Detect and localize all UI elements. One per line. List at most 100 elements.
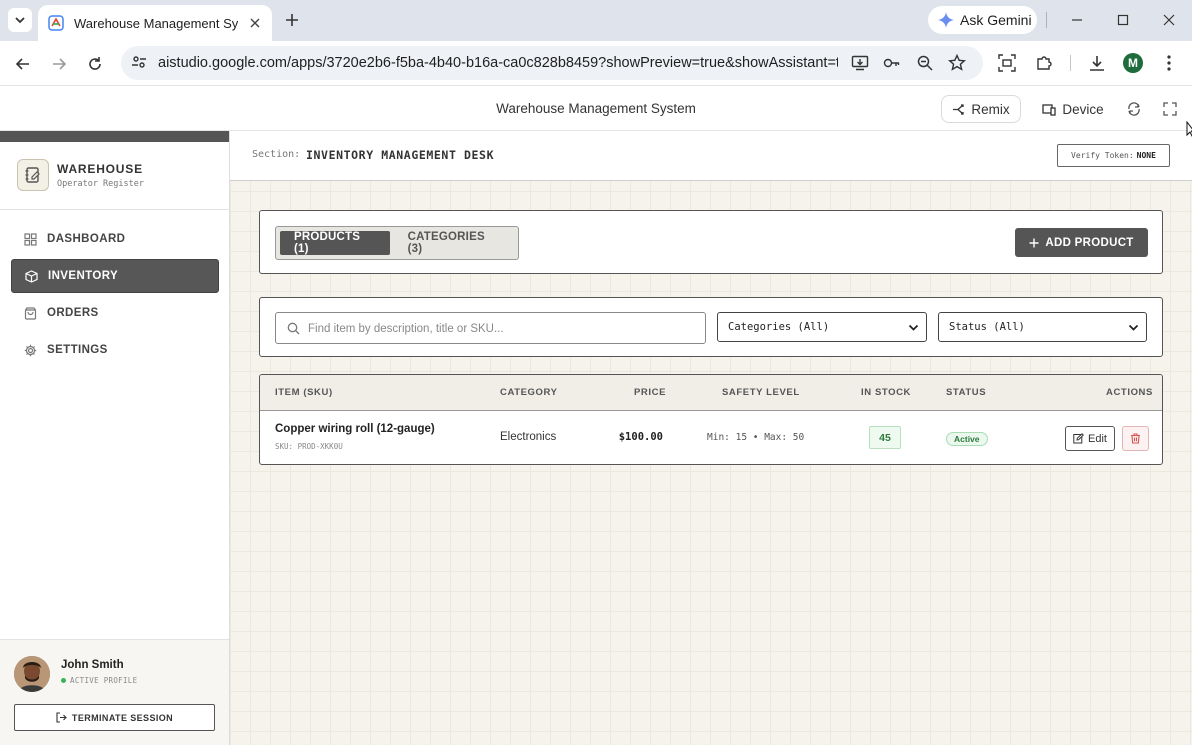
back-button[interactable] xyxy=(12,53,34,75)
extensions-puzzle-icon[interactable] xyxy=(1034,53,1054,73)
install-app-icon[interactable] xyxy=(851,54,869,72)
chevron-down-icon xyxy=(1128,324,1139,331)
tab-categories[interactable]: CATEGORIES (3) xyxy=(394,231,514,255)
browser-profile-avatar[interactable]: M xyxy=(1123,53,1143,73)
stock-badge: 45 xyxy=(869,426,901,449)
zoom-icon[interactable] xyxy=(916,54,934,72)
table-header: ITEM (SKU) CATEGORY PRICE SAFETY LEVEL I… xyxy=(260,375,1162,411)
verify-token-badge[interactable]: Verify Token: NONE xyxy=(1057,144,1170,167)
terminate-session-button[interactable]: TERMINATE SESSION xyxy=(14,704,215,731)
sidebar-divider xyxy=(0,209,229,210)
notebook-icon xyxy=(17,159,49,191)
item-price: $100.00 xyxy=(618,431,663,443)
plus-icon xyxy=(286,14,298,26)
tab-products[interactable]: PRODUCTS (1) xyxy=(280,231,390,255)
refresh-preview-icon[interactable] xyxy=(1126,101,1142,117)
bag-icon xyxy=(23,306,37,320)
reload-icon xyxy=(89,57,101,70)
verify-token-value: NONE xyxy=(1136,151,1156,160)
avatar xyxy=(14,656,50,692)
downloads-icon[interactable] xyxy=(1087,53,1107,73)
tab-search-button[interactable] xyxy=(8,8,32,32)
section-header: Section: INVENTORY MANAGEMENT DESK Verif… xyxy=(230,131,1192,181)
close-tab-icon[interactable] xyxy=(246,14,264,32)
url-text: aistudio.google.com/apps/3720e2b6-f5ba-4… xyxy=(158,55,838,71)
ask-gemini-button[interactable]: Ask Gemini xyxy=(928,6,1037,34)
address-bar[interactable]: aistudio.google.com/apps/3720e2b6-f5ba-4… xyxy=(121,46,983,80)
main-content: Section: INVENTORY MANAGEMENT DESK Verif… xyxy=(230,131,1192,745)
fullscreen-icon[interactable] xyxy=(1162,101,1178,117)
device-icon xyxy=(1042,103,1057,116)
arrow-left-icon xyxy=(15,58,29,70)
sidebar-top-bar xyxy=(0,131,229,142)
sidebar-item-settings[interactable]: SETTINGS xyxy=(11,333,219,367)
bookmark-star-icon[interactable] xyxy=(948,54,966,72)
column-header-safety[interactable]: SAFETY LEVEL xyxy=(722,387,800,398)
remix-button[interactable]: Remix xyxy=(941,95,1021,123)
item-sku: SKU: PROD-XKK0U xyxy=(275,442,343,451)
edit-label: Edit xyxy=(1088,432,1107,445)
table-row[interactable]: Copper wiring roll (12-gauge) SKU: PROD-… xyxy=(260,412,1162,464)
reload-button[interactable] xyxy=(84,53,106,75)
search-icon xyxy=(287,322,300,335)
browser-tab-strip: Warehouse Management System Ask Gemini xyxy=(0,0,1192,41)
ask-gemini-label: Ask Gemini xyxy=(960,12,1032,28)
close-window-button[interactable] xyxy=(1159,10,1179,30)
maximize-icon xyxy=(1117,14,1129,26)
column-header-item[interactable]: ITEM (SKU) xyxy=(275,387,333,398)
browser-tab[interactable]: Warehouse Management System xyxy=(38,5,272,41)
sidebar-item-orders[interactable]: ORDERS xyxy=(11,296,219,330)
chevron-down-icon xyxy=(15,17,25,24)
inventory-table: ITEM (SKU) CATEGORY PRICE SAFETY LEVEL I… xyxy=(259,374,1163,465)
user-status-label: ACTIVE PROFILE xyxy=(70,676,138,685)
more-options-icon[interactable] xyxy=(1159,53,1179,73)
edit-button[interactable]: Edit xyxy=(1065,426,1115,451)
add-product-label: ADD PRODUCT xyxy=(1045,236,1134,249)
search-field[interactable] xyxy=(275,312,706,344)
screenshot-icon[interactable] xyxy=(997,53,1017,73)
delete-button[interactable] xyxy=(1122,426,1149,451)
minimize-window-button[interactable] xyxy=(1067,10,1087,30)
search-input[interactable] xyxy=(308,320,698,338)
column-header-stock[interactable]: IN STOCK xyxy=(861,387,911,398)
edit-icon xyxy=(1073,433,1085,444)
password-key-icon[interactable] xyxy=(883,54,901,72)
section-label: Section: xyxy=(252,149,301,160)
new-tab-button[interactable] xyxy=(282,10,302,30)
item-category: Electronics xyxy=(500,431,557,443)
status-filter-value: Status (All) xyxy=(949,321,1025,333)
page-title: INVENTORY MANAGEMENT DESK xyxy=(306,148,495,162)
sidebar-item-label: DASHBOARD xyxy=(47,233,126,245)
sidebar-item-dashboard[interactable]: DASHBOARD xyxy=(11,222,219,256)
sidebar-item-label: INVENTORY xyxy=(48,270,119,282)
item-name: Copper wiring roll (12-gauge) xyxy=(275,423,435,435)
brand: WAREHOUSE Operator Register xyxy=(17,159,144,191)
sidebar-item-inventory[interactable]: INVENTORY xyxy=(11,259,219,293)
item-safety-level: Min: 15 • Max: 50 xyxy=(707,432,805,443)
app-sidebar: WAREHOUSE Operator Register DASHBOARD IN… xyxy=(0,131,230,745)
status-badge: Active xyxy=(946,432,988,446)
sidebar-nav: DASHBOARD INVENTORY ORDERS SETTINGS xyxy=(11,222,219,370)
remix-icon xyxy=(953,103,965,115)
minimize-icon xyxy=(1072,19,1082,21)
column-header-category[interactable]: CATEGORY xyxy=(500,387,558,398)
category-filter-select[interactable]: Categories (All) xyxy=(717,312,927,342)
column-header-price[interactable]: PRICE xyxy=(634,387,666,398)
column-header-status[interactable]: STATUS xyxy=(946,387,986,398)
grid-icon xyxy=(23,232,37,246)
status-dot xyxy=(61,678,66,683)
site-settings-icon[interactable] xyxy=(131,54,147,70)
maximize-window-button[interactable] xyxy=(1113,10,1133,30)
toolbar-card: PRODUCTS (1) CATEGORIES (3) ADD PRODUCT xyxy=(259,210,1163,274)
box-icon xyxy=(24,269,38,283)
gear-icon xyxy=(23,343,37,357)
forward-button[interactable] xyxy=(48,53,70,75)
plus-icon xyxy=(1029,238,1039,247)
remix-label: Remix xyxy=(971,101,1010,117)
gemini-spark-icon xyxy=(938,12,954,28)
device-button[interactable]: Device xyxy=(1040,95,1106,123)
status-filter-select[interactable]: Status (All) xyxy=(938,312,1147,342)
add-product-button[interactable]: ADD PRODUCT xyxy=(1015,228,1148,257)
brand-name: WAREHOUSE xyxy=(57,161,143,176)
close-icon xyxy=(1163,14,1175,26)
